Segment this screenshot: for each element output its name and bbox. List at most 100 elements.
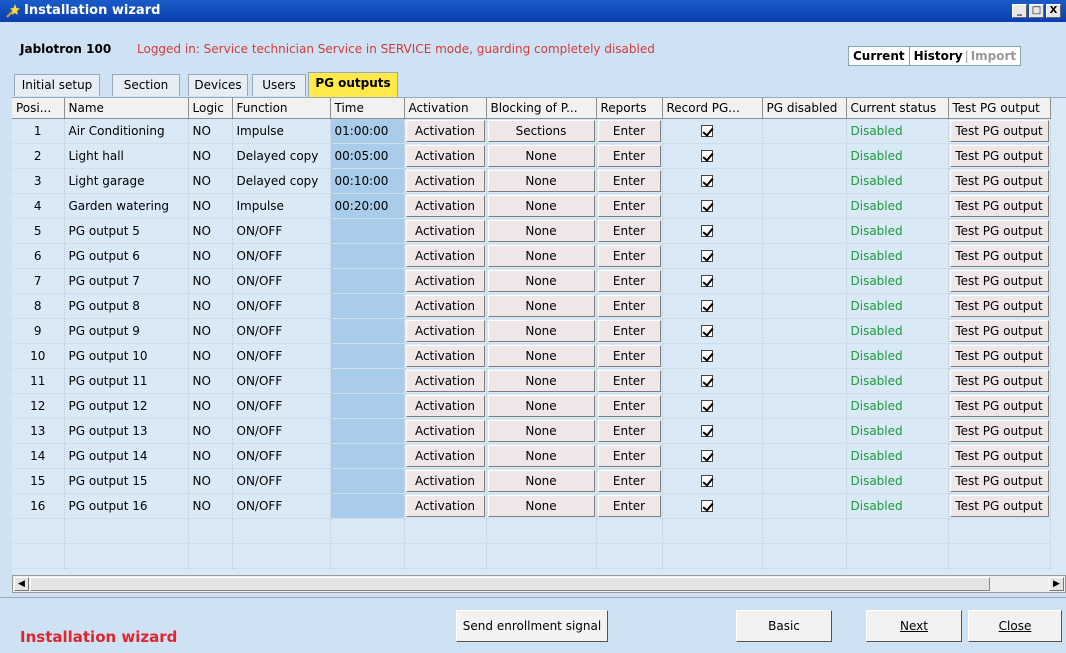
table-row[interactable]: 1 Air Conditioning NO Impulse 01:00:00 Activa… (12, 118, 1051, 144)
cell-time[interactable] (330, 218, 405, 244)
table-row[interactable]: 10 PG output 10 NO ON/OFF Activation None Ente… (12, 343, 1051, 369)
activation-button[interactable]: Activation (405, 344, 485, 367)
scroll-left-icon[interactable]: ◀ (14, 577, 29, 591)
blocking-button[interactable]: Sections (487, 119, 595, 142)
activation-button[interactable]: Activation (405, 244, 485, 267)
blocking-button[interactable]: None (487, 244, 595, 267)
reports-button[interactable]: Enter (597, 194, 661, 217)
table-row[interactable]: 15 PG output 15 NO ON/OFF Activation None Ente… (12, 468, 1051, 494)
table-row[interactable]: 7 PG output 7 NO ON/OFF Activation None Enter D… (12, 268, 1051, 294)
test-pg-output-button[interactable]: Test PG output (949, 244, 1049, 267)
mode-history[interactable]: History (910, 47, 963, 65)
reports-button[interactable]: Enter (597, 444, 661, 467)
record-checkbox[interactable] (700, 375, 713, 387)
col-header-name[interactable]: Name (64, 98, 189, 119)
cell-time[interactable] (330, 393, 405, 419)
activation-button[interactable]: Activation (405, 144, 485, 167)
table-row[interactable]: 14 PG output 14 NO ON/OFF Activation None Ente… (12, 443, 1051, 469)
blocking-button[interactable]: None (487, 319, 595, 342)
reports-button[interactable]: Enter (597, 119, 661, 142)
record-checkbox[interactable] (700, 425, 713, 437)
tab-devices[interactable]: Devices (188, 74, 248, 96)
reports-button[interactable]: Enter (597, 169, 661, 192)
blocking-button[interactable]: None (487, 469, 595, 492)
test-pg-output-button[interactable]: Test PG output (949, 169, 1049, 192)
table-row[interactable]: 11 PG output 11 NO ON/OFF Activation None Ente… (12, 368, 1051, 394)
reports-button[interactable]: Enter (597, 319, 661, 342)
table-row[interactable]: 3 Light garage NO Delayed copy 00:10:00 Activ… (12, 168, 1051, 194)
table-row[interactable]: 9 PG output 9 NO ON/OFF Activation None Enter D… (12, 318, 1051, 344)
record-checkbox[interactable] (700, 450, 713, 462)
table-row[interactable]: 16 PG output 16 NO ON/OFF Activation None Ente… (12, 493, 1051, 519)
record-checkbox[interactable] (700, 500, 713, 512)
cell-time[interactable]: 00:05:00 (330, 143, 405, 169)
table-row[interactable]: 2 Light hall NO Delayed copy 00:05:00 Activat… (12, 143, 1051, 169)
blocking-button[interactable]: None (487, 194, 595, 217)
activation-button[interactable]: Activation (405, 169, 485, 192)
close-button[interactable]: Close (968, 610, 1062, 642)
cell-time[interactable] (330, 318, 405, 344)
reports-button[interactable]: Enter (597, 244, 661, 267)
activation-button[interactable]: Activation (405, 369, 485, 392)
col-header-pg-disabled[interactable]: PG disabled (762, 98, 847, 119)
cell-time[interactable] (330, 268, 405, 294)
cell-time[interactable]: 00:20:00 (330, 193, 405, 219)
reports-button[interactable]: Enter (597, 219, 661, 242)
reports-button[interactable]: Enter (597, 469, 661, 492)
blocking-button[interactable]: None (487, 369, 595, 392)
activation-button[interactable]: Activation (405, 269, 485, 292)
test-pg-output-button[interactable]: Test PG output (949, 194, 1049, 217)
blocking-button[interactable]: None (487, 269, 595, 292)
table-row[interactable]: 13 PG output 13 NO ON/OFF Activation None Ente… (12, 418, 1051, 444)
record-checkbox[interactable] (700, 350, 713, 362)
record-checkbox[interactable] (700, 475, 713, 487)
activation-button[interactable]: Activation (405, 119, 485, 142)
maximize-icon[interactable]: □ (1029, 4, 1044, 18)
cell-time[interactable]: 01:00:00 (330, 118, 405, 144)
send-enrollment-button[interactable]: Send enrollment signal (456, 610, 608, 642)
col-header-activation[interactable]: Activation (404, 98, 487, 119)
cell-time[interactable] (330, 468, 405, 494)
test-pg-output-button[interactable]: Test PG output (949, 269, 1049, 292)
reports-button[interactable]: Enter (597, 494, 661, 517)
table-row[interactable]: 5 PG output 5 NO ON/OFF Activation None Enter D… (12, 218, 1051, 244)
col-header-record[interactable]: Record PG... (662, 98, 763, 119)
blocking-button[interactable]: None (487, 419, 595, 442)
blocking-button[interactable]: None (487, 294, 595, 317)
record-checkbox[interactable] (700, 250, 713, 262)
activation-button[interactable]: Activation (405, 319, 485, 342)
col-header-position[interactable]: Posi... (12, 98, 65, 119)
table-row[interactable]: 6 PG output 6 NO ON/OFF Activation None Enter D… (12, 243, 1051, 269)
activation-button[interactable]: Activation (405, 444, 485, 467)
activation-button[interactable]: Activation (405, 219, 485, 242)
reports-button[interactable]: Enter (597, 369, 661, 392)
blocking-button[interactable]: None (487, 394, 595, 417)
basic-button[interactable]: Basic (736, 610, 832, 642)
test-pg-output-button[interactable]: Test PG output (949, 144, 1049, 167)
col-header-function[interactable]: Function (232, 98, 331, 119)
close-window-icon[interactable]: X (1046, 4, 1061, 18)
table-row[interactable]: 8 PG output 8 NO ON/OFF Activation None Enter D… (12, 293, 1051, 319)
reports-button[interactable]: Enter (597, 419, 661, 442)
reports-button[interactable]: Enter (597, 344, 661, 367)
record-checkbox[interactable] (700, 300, 713, 312)
blocking-button[interactable]: None (487, 144, 595, 167)
test-pg-output-button[interactable]: Test PG output (949, 119, 1049, 142)
test-pg-output-button[interactable]: Test PG output (949, 494, 1049, 517)
cell-time[interactable] (330, 243, 405, 269)
record-checkbox[interactable] (700, 200, 713, 212)
cell-time[interactable] (330, 418, 405, 444)
record-checkbox[interactable] (700, 225, 713, 237)
next-button[interactable]: Next (866, 610, 962, 642)
reports-button[interactable]: Enter (597, 294, 661, 317)
test-pg-output-button[interactable]: Test PG output (949, 469, 1049, 492)
test-pg-output-button[interactable]: Test PG output (949, 319, 1049, 342)
blocking-button[interactable]: None (487, 219, 595, 242)
blocking-button[interactable]: None (487, 444, 595, 467)
record-checkbox[interactable] (700, 175, 713, 187)
activation-button[interactable]: Activation (405, 194, 485, 217)
title-bar[interactable]: Installation wizard _ □ X (0, 0, 1066, 22)
test-pg-output-button[interactable]: Test PG output (949, 294, 1049, 317)
activation-button[interactable]: Activation (405, 419, 485, 442)
test-pg-output-button[interactable]: Test PG output (949, 344, 1049, 367)
